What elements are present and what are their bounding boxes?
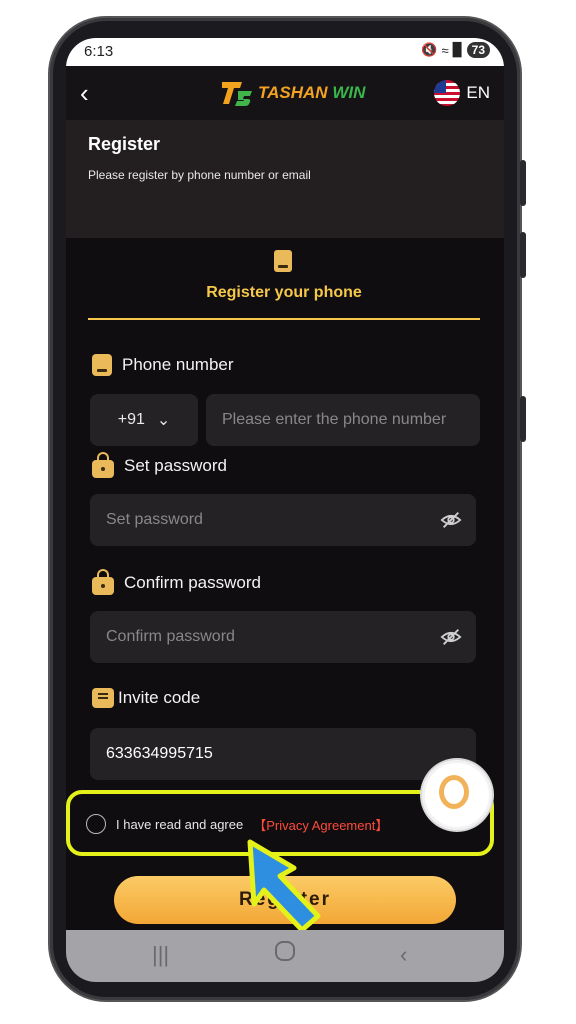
eye-off-icon[interactable] bbox=[440, 626, 462, 648]
battery-badge: 73 bbox=[466, 42, 490, 58]
invite-code-value: 633634995715 bbox=[106, 745, 213, 762]
password-label: Set password bbox=[92, 452, 227, 478]
logo: TASHAN WIN bbox=[220, 78, 365, 108]
system-nav-bar: ||| ‹ bbox=[66, 930, 504, 982]
logo-mark-icon bbox=[220, 78, 254, 108]
chevron-down-icon: ⌄ bbox=[156, 412, 171, 429]
status-time: 6:13 bbox=[84, 43, 114, 60]
phone-placeholder: Please enter the phone number bbox=[222, 411, 447, 428]
invite-code-input[interactable]: 633634995715 bbox=[90, 728, 476, 780]
language-selector[interactable]: EN bbox=[434, 80, 490, 106]
phone-label: Phone number bbox=[92, 354, 234, 376]
page-subtitle: Please register by phone number or email bbox=[88, 168, 311, 182]
page-header: Register Please register by phone number… bbox=[66, 120, 504, 238]
gift-icon bbox=[92, 688, 114, 708]
support-icon[interactable] bbox=[422, 760, 492, 830]
mute-icon: 🔇 bbox=[421, 42, 438, 57]
country-code-value: +91 bbox=[117, 411, 145, 428]
password-input[interactable]: Set password bbox=[90, 494, 476, 546]
signal-icon: ▉ bbox=[452, 42, 463, 57]
brand-name: TASHAN WIN bbox=[258, 83, 365, 103]
password-label-text: Set password bbox=[124, 456, 227, 475]
phone-label-text: Phone number bbox=[122, 355, 234, 374]
language-label: EN bbox=[466, 83, 490, 102]
tab-label: Register your phone bbox=[206, 284, 362, 301]
pointer-arrow-icon bbox=[247, 839, 321, 933]
app-header: ‹ TASHAN WIN EN bbox=[66, 66, 504, 120]
flag-us-icon bbox=[434, 80, 461, 106]
lock-icon bbox=[92, 569, 114, 595]
status-icons: 🔇 ≈ ▉ 73 bbox=[421, 42, 490, 58]
power-button bbox=[520, 160, 526, 206]
tab-register-phone[interactable]: Register your phone bbox=[88, 238, 480, 322]
wifi-icon: ≈ bbox=[441, 42, 449, 58]
page-title: Register bbox=[88, 134, 161, 154]
confirm-password-input[interactable]: Confirm password bbox=[90, 611, 476, 663]
invite-label-text: Invite code bbox=[118, 688, 201, 707]
volume-up-button bbox=[520, 232, 526, 278]
eye-off-icon[interactable] bbox=[440, 509, 462, 531]
brand-part1: TASHAN bbox=[258, 83, 328, 102]
tab-underline bbox=[88, 318, 480, 320]
brand-part2: WIN bbox=[332, 83, 366, 102]
invite-label: Invite code bbox=[92, 688, 200, 708]
country-code-select[interactable]: +91 ⌄ bbox=[90, 394, 198, 446]
confirm-placeholder: Confirm password bbox=[106, 628, 235, 645]
nav-home-icon[interactable] bbox=[274, 940, 296, 968]
lock-icon bbox=[92, 452, 114, 478]
phone-icon bbox=[92, 354, 112, 376]
phone-icon bbox=[274, 250, 292, 272]
confirm-label: Confirm password bbox=[92, 569, 261, 595]
nav-back-icon[interactable]: ‹ bbox=[400, 942, 407, 968]
nav-recents-icon[interactable]: ||| bbox=[152, 942, 169, 968]
status-bar: 6:13 🔇 ≈ ▉ 73 bbox=[66, 38, 504, 66]
phone-input[interactable]: Please enter the phone number bbox=[206, 394, 480, 446]
confirm-label-text: Confirm password bbox=[124, 573, 261, 592]
volume-down-button bbox=[520, 396, 526, 442]
password-placeholder: Set password bbox=[106, 511, 203, 528]
back-arrow-icon[interactable]: ‹ bbox=[80, 78, 89, 109]
